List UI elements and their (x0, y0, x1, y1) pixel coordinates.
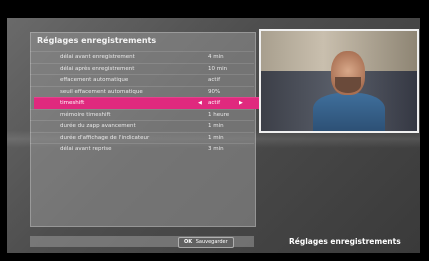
menu-item-delai-avant[interactable]: délai avant enregistrement 4 min (30, 51, 254, 63)
preview-person-beard (335, 77, 361, 93)
menu-item-label: timeshift (60, 100, 85, 106)
menu-item-label: effacement automatique (60, 77, 129, 83)
arrow-left-icon[interactable]: ◀ (198, 98, 202, 109)
save-button-label: Sauvegarder (195, 239, 228, 245)
menu-item-duree-indicateur[interactable]: durée d'affichage de l'indicateur 1 min (30, 131, 254, 144)
menu-item-label: délai après enregistrement (60, 65, 135, 72)
menu-item-label: durée du zapp avancement (60, 123, 136, 129)
menu-item-duree-zapp[interactable]: durée du zapp avancement 1 min (30, 120, 254, 132)
menu-item-value: 1 heure (208, 111, 230, 118)
menu-item-label: délai avant reprise (60, 146, 112, 152)
ok-key-icon: OK (184, 239, 193, 245)
menu-item-value: 10 min (208, 65, 228, 72)
menu-item-memoire-timeshift[interactable]: mémoire timeshift 1 heure (30, 108, 254, 121)
settings-list: délai avant enregistrement 4 min délai a… (30, 51, 259, 155)
menu-item-seuil-effacement[interactable]: seuil effacement automatique 90% (30, 85, 254, 98)
menu-item-label: mémoire timeshift (60, 111, 111, 118)
menu-item-value: 4 min (208, 54, 224, 60)
arrow-right-icon[interactable]: ▶ (239, 98, 243, 109)
menu-item-value: 1 min (208, 134, 224, 141)
menu-item-timeshift[interactable]: timeshift ◀ actif ▶ (34, 97, 259, 109)
menu-item-label: seuil effacement automatique (60, 88, 143, 95)
menu-item-label: délai avant enregistrement (60, 54, 135, 60)
menu-item-value: 3 min (208, 146, 224, 152)
menu-item-delai-reprise[interactable]: délai avant reprise 3 min (30, 143, 254, 155)
live-tv-preview (259, 29, 419, 133)
section-label: Réglages enregistrements (289, 237, 401, 246)
menu-item-label: durée d'affichage de l'indicateur (60, 134, 150, 141)
tv-frame: Réglages enregistrements délai avant enr… (0, 0, 429, 261)
tv-screen: Réglages enregistrements délai avant enr… (7, 18, 420, 253)
menu-item-value: 90% (208, 88, 221, 95)
menu-item-value: 1 min (208, 123, 224, 129)
menu-item-effacement-auto[interactable]: effacement automatique actif (30, 74, 254, 86)
menu-item-delai-apres[interactable]: délai après enregistrement 10 min (30, 62, 254, 75)
menu-item-value: actif (208, 77, 221, 83)
menu-title: Réglages enregistrements (37, 36, 157, 45)
save-button[interactable]: OK Sauvegarder (178, 237, 234, 248)
menu-item-value: actif (208, 100, 221, 106)
preview-person-body (313, 93, 385, 131)
menu-footer: OK Sauvegarder (30, 236, 254, 248)
